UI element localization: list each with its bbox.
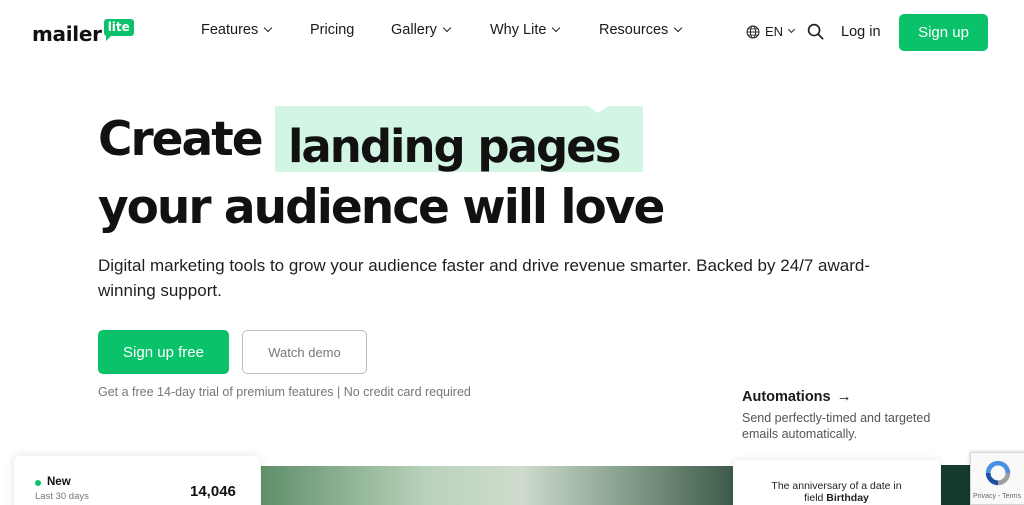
globe-icon xyxy=(746,25,760,38)
hero-image xyxy=(261,466,733,505)
hero-heading-prefix: Create xyxy=(98,112,264,167)
hero-heading-line2: your audience will love xyxy=(98,180,665,235)
recaptcha-badge[interactable]: Privacy - Terms xyxy=(970,452,1024,505)
logo-wordmark: mailer xyxy=(32,22,102,46)
trigger-text: The anniversary of a date in xyxy=(771,480,902,492)
chevron-down-icon xyxy=(788,25,796,34)
language-code: EN xyxy=(765,24,784,39)
nav-item-label: Features xyxy=(201,22,259,38)
logo-badge: lite xyxy=(103,19,134,41)
hero-heading-highlight: landing pages xyxy=(288,120,621,173)
nav-item-label: Gallery xyxy=(391,22,437,38)
language-selector[interactable]: EN xyxy=(746,24,796,39)
watch-demo-button[interactable]: Watch demo xyxy=(242,330,367,374)
trigger-field-prefix: field xyxy=(804,492,824,504)
chevron-down-icon xyxy=(552,23,561,33)
nav-item-label: Resources xyxy=(599,22,669,38)
terms-link[interactable]: Terms xyxy=(1002,493,1021,500)
recaptcha-links: Privacy - Terms xyxy=(973,493,1024,500)
stats-value: 14,046 xyxy=(190,483,236,500)
chevron-down-icon xyxy=(263,23,273,33)
stats-label: New xyxy=(47,476,71,488)
trigger-field: field Birthday xyxy=(733,492,940,504)
dark-panel xyxy=(941,465,970,505)
chevron-down-icon xyxy=(442,23,452,33)
subscribers-stats-card: New Last 30 days 14,046 xyxy=(14,456,260,505)
nav-item-label: Why Lite xyxy=(490,22,547,38)
automation-trigger-card: The anniversary of a date in field Birth… xyxy=(733,460,940,505)
trigger-field-name: Birthday xyxy=(826,492,869,504)
automations-title: Automations xyxy=(742,388,831,405)
hero-subtitle: Digital marketing tools to grow your aud… xyxy=(98,256,871,300)
status-dot xyxy=(35,480,41,486)
signup-free-button[interactable]: Sign up free xyxy=(98,330,229,374)
nav-item-resources[interactable]: Resources xyxy=(599,22,683,38)
nav-item-features[interactable]: Features xyxy=(201,22,273,38)
signup-button[interactable]: Sign up xyxy=(899,14,988,51)
arrow-right-icon: → xyxy=(836,388,852,405)
nav-item-gallery[interactable]: Gallery xyxy=(391,22,452,38)
privacy-link[interactable]: Privacy xyxy=(973,493,996,500)
stats-period: Last 30 days xyxy=(35,491,89,502)
highlight-notch xyxy=(588,106,608,113)
login-link[interactable]: Log in xyxy=(841,24,881,40)
search-icon[interactable] xyxy=(807,23,824,40)
automations-description: Send perfectly-timed and targeted emails… xyxy=(742,411,931,441)
nav-item-label: Pricing xyxy=(310,22,355,38)
mailerlite-logo[interactable]: mailer lite xyxy=(32,18,134,46)
trial-note: Get a free 14-day trial of premium featu… xyxy=(98,385,471,399)
nav-item-pricing[interactable]: Pricing xyxy=(310,22,354,38)
recaptcha-icon xyxy=(985,460,1011,486)
chevron-down-icon xyxy=(674,23,683,33)
nav-item-why-lite[interactable]: Why Lite xyxy=(490,22,561,38)
automations-link[interactable]: Automations → xyxy=(742,388,852,405)
site-header: mailer lite Features Pricing Gallery Why… xyxy=(0,0,1024,64)
